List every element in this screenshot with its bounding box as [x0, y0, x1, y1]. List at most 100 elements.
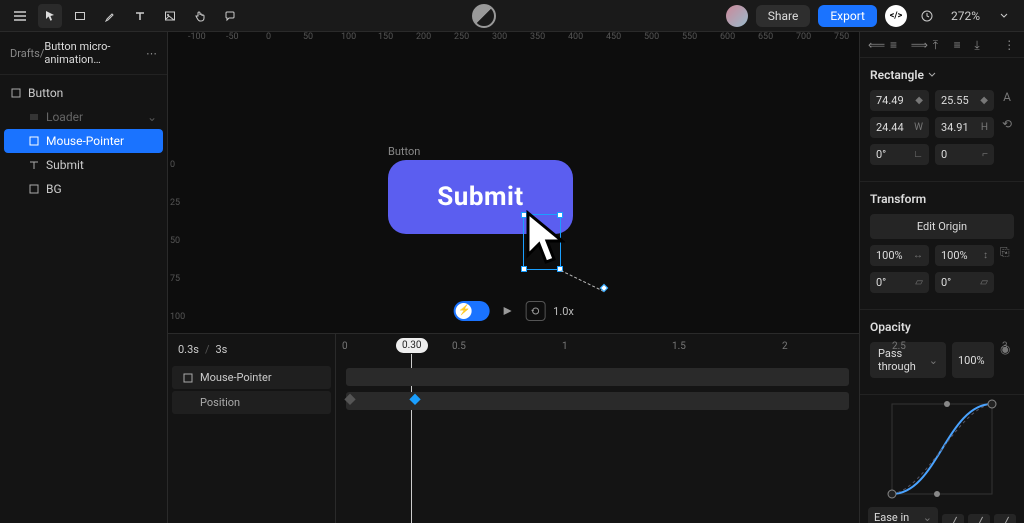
- scale-v-icon: ↕: [983, 250, 988, 261]
- timeline-ruler[interactable]: 0 0.5 1 1.5 2 2.5 3 0.30: [336, 334, 859, 364]
- timeline-prop-label: Position: [200, 396, 240, 409]
- align-center-v-icon[interactable]: ≡: [954, 38, 967, 52]
- keyframe[interactable]: [344, 394, 355, 405]
- pen-tool[interactable]: [98, 4, 122, 28]
- breadcrumb[interactable]: Drafts / Button micro-animation… ⋯: [0, 32, 167, 75]
- submit-button-text: Submit: [437, 182, 523, 212]
- group-icon: [28, 111, 40, 123]
- loop-button[interactable]: [525, 301, 545, 321]
- layer-mouse-pointer[interactable]: Mouse-Pointer: [4, 129, 163, 153]
- link-icon[interactable]: ⎘: [1000, 245, 1014, 266]
- share-button[interactable]: Share: [756, 5, 811, 27]
- skew-x-field[interactable]: 0°▱: [870, 272, 929, 293]
- breadcrumb-root: Drafts: [10, 47, 40, 60]
- timeline-track[interactable]: [346, 392, 849, 410]
- menu-button[interactable]: [8, 4, 32, 28]
- radius-icon: ⌐: [982, 149, 988, 160]
- align-left-icon[interactable]: ⟸: [868, 38, 882, 52]
- scale-x-field[interactable]: 100%↔: [870, 245, 929, 266]
- select-tool[interactable]: [38, 4, 62, 28]
- mouse-pointer-shape[interactable]: [525, 210, 565, 270]
- visibility-icon[interactable]: ⌄: [147, 110, 157, 124]
- blend-mode-select[interactable]: Pass through⌄: [870, 342, 946, 378]
- bolt-icon: ⚡: [458, 305, 470, 316]
- scale-h-icon: ↔: [913, 250, 923, 261]
- layer-bg[interactable]: BG: [0, 177, 167, 201]
- rectangle-tool[interactable]: [68, 4, 92, 28]
- y-field[interactable]: 25.55◆: [935, 90, 994, 111]
- opacity-title: Opacity: [870, 320, 1014, 334]
- layer-label: Submit: [46, 158, 84, 172]
- ease-preset-3[interactable]: ╱: [994, 514, 1016, 523]
- ease-preset-1[interactable]: ╱: [942, 514, 964, 523]
- breadcrumb-project: Button micro-animation…: [44, 40, 146, 66]
- avatar[interactable]: [726, 5, 748, 27]
- frame-icon: [10, 87, 22, 99]
- keyframe[interactable]: [409, 394, 420, 405]
- x-field[interactable]: 74.49◆: [870, 90, 929, 111]
- theme-toggle[interactable]: [472, 4, 496, 28]
- layer-submit[interactable]: Submit: [0, 153, 167, 177]
- playback-speed[interactable]: 1.0x: [553, 305, 574, 318]
- align-top-icon[interactable]: ⤒: [933, 38, 946, 52]
- zoom-chevron-icon[interactable]: [992, 4, 1016, 28]
- zoom-level[interactable]: 272%: [947, 9, 984, 23]
- element-type[interactable]: Rectangle: [870, 68, 1014, 82]
- rect-icon: [182, 372, 194, 384]
- skew-icon: ▱: [915, 277, 923, 288]
- link-icon[interactable]: ⟲: [1000, 117, 1014, 138]
- timeline-layer-label: Mouse-Pointer: [200, 371, 272, 384]
- ruler-vertical: 0 25 50 75 100: [168, 50, 188, 333]
- scale-y-field[interactable]: 100%↕: [935, 245, 994, 266]
- hand-tool[interactable]: [188, 4, 212, 28]
- transform-title: Transform: [870, 192, 1014, 206]
- export-button[interactable]: Export: [818, 5, 877, 27]
- timeline-current[interactable]: 0.3s: [178, 343, 199, 356]
- timeline-property[interactable]: Position: [172, 391, 331, 414]
- skew-y-field[interactable]: 0°▱: [935, 272, 994, 293]
- layer-label: Loader: [46, 110, 83, 124]
- align-toolbar: ⟸ ≡ ⟹ ⤒ ≡ ⤓ ⋮: [860, 32, 1024, 58]
- w-field[interactable]: 24.44W: [870, 117, 929, 138]
- layer-label: Mouse-Pointer: [46, 134, 124, 148]
- rect-icon: [28, 183, 40, 195]
- angle-icon: ∟: [913, 149, 923, 160]
- opacity-field[interactable]: 100%: [952, 342, 994, 378]
- layer-loader[interactable]: Loader ⌄: [0, 105, 167, 129]
- timeline-track[interactable]: [346, 368, 849, 386]
- rect-icon: [28, 135, 40, 147]
- text-tool[interactable]: [128, 4, 152, 28]
- preview-toggle[interactable]: ⚡: [453, 301, 489, 321]
- align-bottom-icon[interactable]: ⤓: [974, 38, 987, 52]
- timeline-total[interactable]: 3s: [216, 343, 228, 356]
- keyframe-icon[interactable]: ◆: [915, 95, 923, 106]
- align-right-icon[interactable]: ⟹: [911, 38, 925, 52]
- h-field[interactable]: 34.91H: [935, 117, 994, 138]
- keyframe-icon[interactable]: ◆: [980, 95, 988, 106]
- ruler-horizontal: -100 -50 0 50 100 150 200 250 300 350 40…: [188, 32, 859, 50]
- motion-path: [561, 270, 605, 292]
- easing-curve-editor[interactable]: [864, 399, 1020, 499]
- timeline-layer[interactable]: Mouse-Pointer: [172, 366, 331, 389]
- layer-label: BG: [46, 182, 62, 196]
- layer-button[interactable]: Button: [0, 81, 167, 105]
- rotation-field[interactable]: 0°∟: [870, 144, 929, 165]
- history-icon[interactable]: [915, 4, 939, 28]
- play-button[interactable]: [497, 301, 517, 321]
- text-icon: [28, 159, 40, 171]
- playhead-badge[interactable]: 0.30: [396, 338, 428, 353]
- code-button[interactable]: </>: [885, 5, 907, 27]
- layer-label: Button: [28, 86, 63, 100]
- edit-origin-button[interactable]: Edit Origin: [870, 214, 1014, 239]
- frame-label[interactable]: Button: [388, 145, 420, 158]
- image-tool[interactable]: [158, 4, 182, 28]
- ease-preset-2[interactable]: ╱: [968, 514, 990, 523]
- chevron-down-icon: [928, 71, 936, 79]
- comment-tool[interactable]: [218, 4, 242, 28]
- more-align-icon[interactable]: ⋮: [1003, 38, 1016, 52]
- skew-icon: ▱: [980, 277, 988, 288]
- autolayout-icon[interactable]: A: [1000, 90, 1014, 111]
- radius-field[interactable]: 0⌐: [935, 144, 994, 165]
- align-center-h-icon[interactable]: ≡: [890, 38, 903, 52]
- easing-select[interactable]: Ease in out⌄: [868, 507, 938, 523]
